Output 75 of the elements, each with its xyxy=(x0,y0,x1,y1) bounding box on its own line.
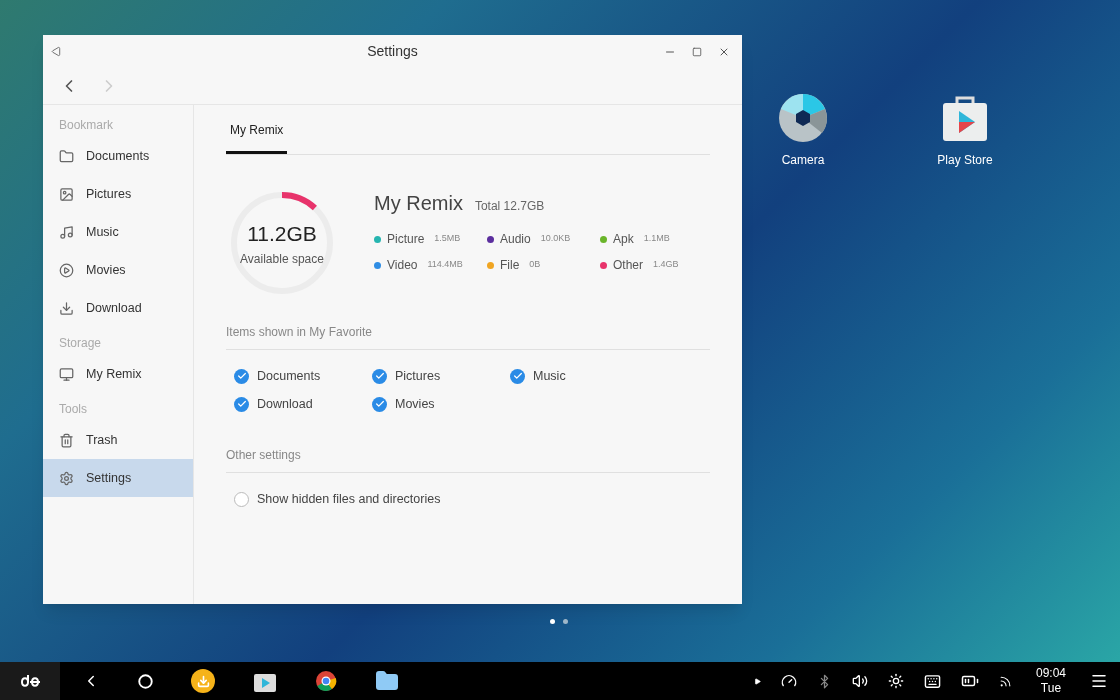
volume-icon[interactable] xyxy=(851,673,868,689)
legend-size: 10.0KB xyxy=(540,232,571,246)
check-icon xyxy=(512,371,523,381)
logo-icon[interactable] xyxy=(20,673,40,689)
menu-icon[interactable] xyxy=(1090,672,1108,690)
monitor-icon xyxy=(59,366,74,382)
sidebar-item[interactable]: Documents xyxy=(43,137,193,175)
collapse-icon[interactable] xyxy=(51,46,62,57)
sidebar-section-title: Storage xyxy=(58,335,103,352)
settings-icon xyxy=(59,470,74,486)
legend-size: 1.5MB xyxy=(434,232,461,246)
window-title: Settings xyxy=(367,42,418,61)
home-icon[interactable] xyxy=(138,673,153,689)
sidebar-item[interactable]: Settings xyxy=(43,459,193,497)
checkbox-label: Pictures xyxy=(395,367,441,385)
legend-label: File xyxy=(500,257,520,274)
check-icon xyxy=(374,399,385,409)
browser-icon[interactable] xyxy=(315,670,337,692)
clock-time: 09:04 xyxy=(1035,666,1066,681)
legend-size: 114.4MB xyxy=(427,258,463,272)
legend-label: Audio xyxy=(500,231,531,248)
checkbox[interactable] xyxy=(372,396,387,412)
music-note-icon xyxy=(59,224,74,240)
free-space-label: Available space xyxy=(240,250,324,268)
image-icon xyxy=(59,186,74,202)
checkbox[interactable] xyxy=(510,368,525,384)
sidebar-item[interactable]: My Remix xyxy=(43,355,193,393)
desktop-icon-label[interactable]: Camera xyxy=(781,151,825,169)
legend-size: 1.1MB xyxy=(643,232,670,246)
checkbox-label: Music xyxy=(533,367,566,385)
free-space-value: 11.2GB xyxy=(247,221,317,248)
section-title: Items shown in My Favorite xyxy=(226,323,710,350)
checkbox[interactable] xyxy=(372,368,387,384)
folder-icon xyxy=(59,148,74,164)
keyboard-icon[interactable] xyxy=(923,672,941,690)
folder-icon[interactable] xyxy=(375,669,399,693)
camera-icon[interactable] xyxy=(778,93,828,143)
checkbox-label: Movies xyxy=(395,395,435,413)
download-app-icon[interactable] xyxy=(191,669,215,693)
section-title: Other settings xyxy=(226,446,710,473)
checkbox[interactable] xyxy=(234,368,249,384)
sidebar-section-title: Tools xyxy=(58,401,88,418)
sidebar-item[interactable]: Music xyxy=(43,213,193,251)
legend-size: 0B xyxy=(529,258,541,272)
download-icon xyxy=(59,300,74,316)
play-circle-icon xyxy=(59,262,74,278)
checkbox-label: Show hidden files and directories xyxy=(257,490,441,508)
storage-total: Total 12.7GB xyxy=(474,198,545,215)
sidebar-item[interactable]: Movies xyxy=(43,251,193,289)
checkbox[interactable] xyxy=(234,396,249,412)
checkbox-label: Download xyxy=(257,395,313,413)
signal-icon[interactable] xyxy=(998,674,1012,688)
clock-day: Tue xyxy=(1040,681,1062,696)
gauge-icon[interactable] xyxy=(780,673,797,689)
tab[interactable]: My Remix xyxy=(226,121,288,154)
trash-icon xyxy=(59,432,74,448)
check-icon xyxy=(236,399,247,409)
checkbox-label: Documents xyxy=(257,367,321,385)
legend-label: Picture xyxy=(387,231,425,248)
desktop-icon-label[interactable]: Play Store xyxy=(937,151,993,169)
sidebar-item[interactable]: Trash xyxy=(43,421,193,459)
check-icon xyxy=(374,371,385,381)
expand-icon[interactable] xyxy=(753,677,761,685)
storage-name: My Remix xyxy=(374,191,463,216)
sidebar-section-title: Bookmark xyxy=(58,117,115,134)
check-icon xyxy=(236,371,247,381)
legend-label: Video xyxy=(387,257,418,274)
brightness-icon[interactable] xyxy=(887,673,904,689)
maximize-icon[interactable] xyxy=(692,46,702,57)
sidebar-item[interactable]: Pictures xyxy=(43,175,193,213)
checkbox[interactable] xyxy=(234,491,249,507)
legend-label: Other xyxy=(613,257,643,274)
legend-size: 1.4GB xyxy=(653,258,679,272)
legend-label: Apk xyxy=(613,231,634,248)
sidebar-item[interactable]: Download xyxy=(43,289,193,327)
